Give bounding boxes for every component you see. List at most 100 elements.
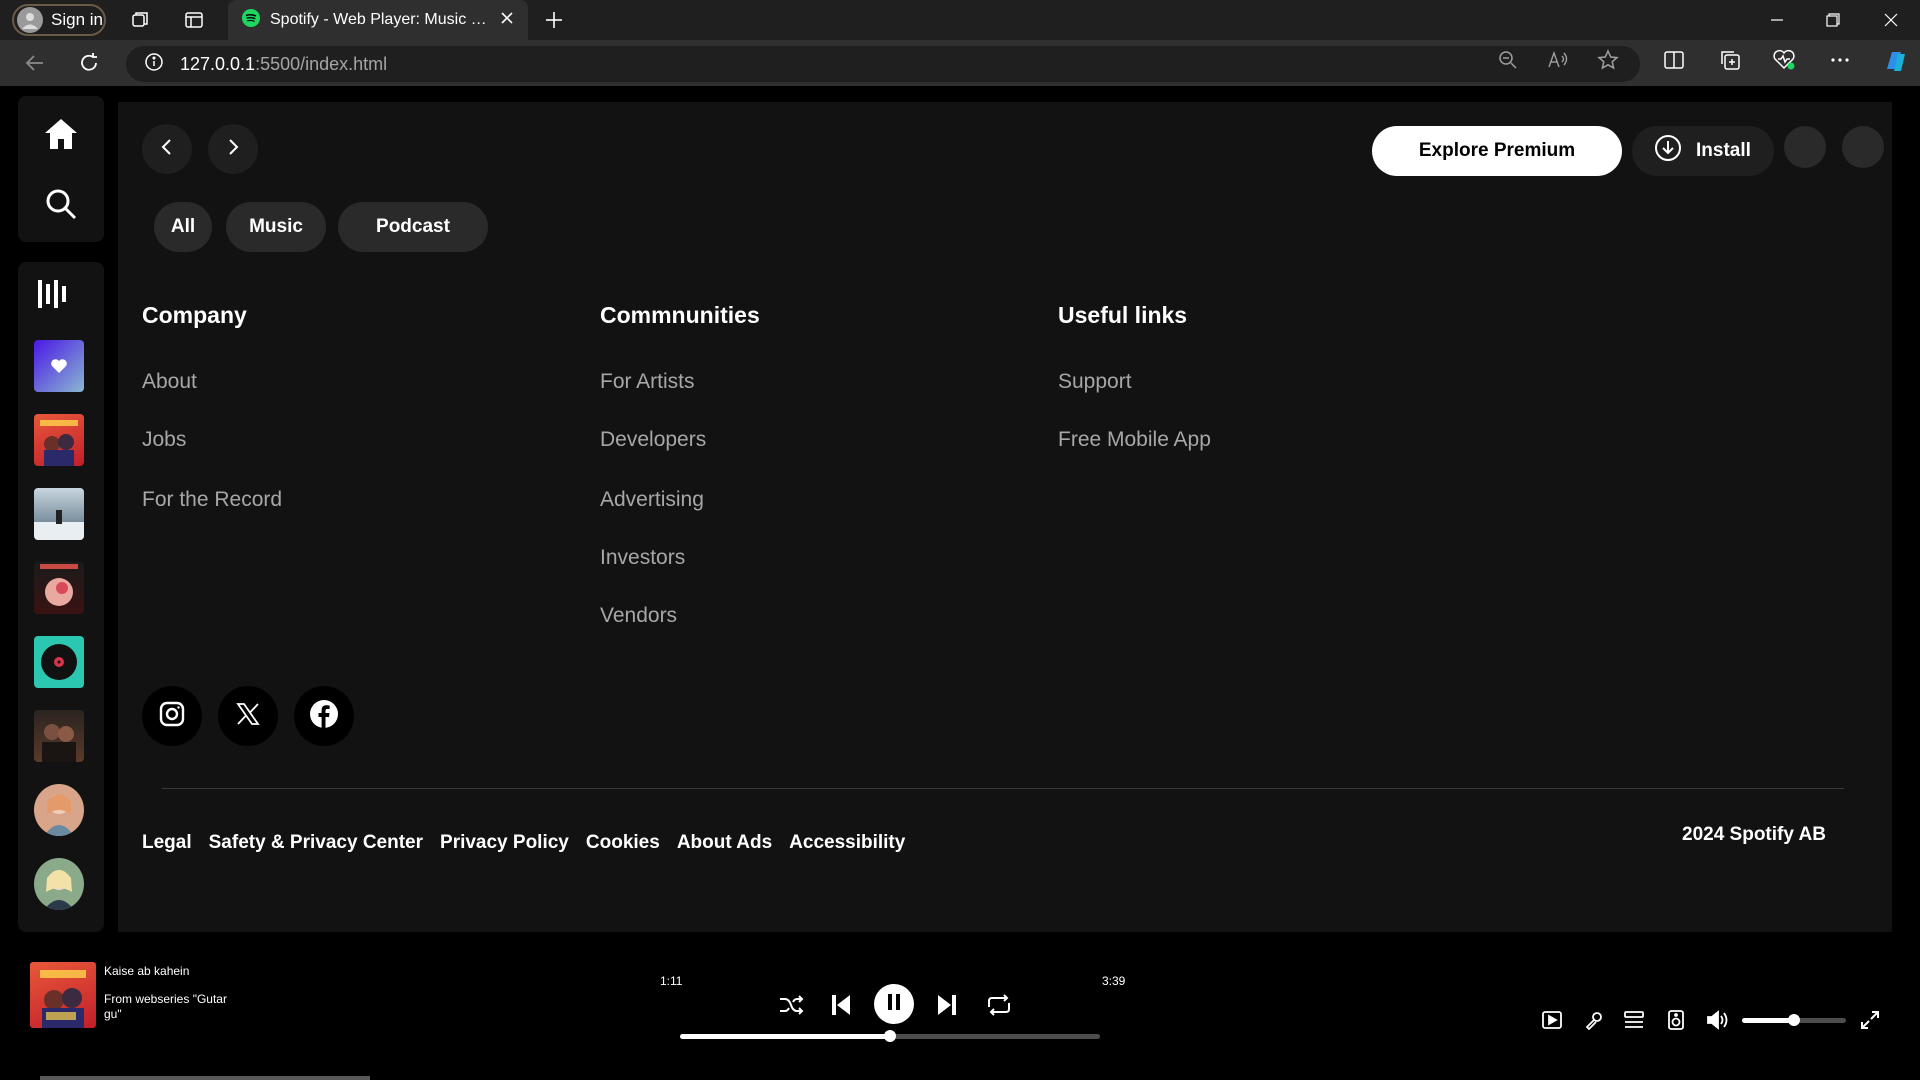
track-title[interactable]: Kaise ab kahein — [104, 964, 189, 978]
instagram-icon — [158, 700, 186, 733]
time-elapsed: 1:11 — [660, 974, 683, 988]
now-playing-view-icon[interactable] — [1538, 1006, 1566, 1034]
legal-link-accessibility[interactable]: Accessibility — [789, 832, 905, 854]
chevron-right-icon — [225, 138, 241, 161]
explore-premium-button[interactable]: Explore Premium — [1372, 126, 1622, 176]
progress-fill — [680, 1034, 890, 1039]
library-item-gutar-gu[interactable] — [34, 414, 84, 466]
time-total: 3:39 — [1102, 974, 1126, 988]
library-icon[interactable] — [32, 274, 72, 314]
footer-link-for-the-record[interactable]: For the Record — [142, 488, 282, 512]
footer-link-vendors[interactable]: Vendors — [600, 604, 677, 628]
notifications-button[interactable] — [1784, 126, 1826, 168]
footer-link-investors[interactable]: Investors — [600, 546, 685, 570]
track-subtitle[interactable]: From webseries "Gutar gu" — [104, 992, 244, 1022]
browser-tab-spotify[interactable]: Spotify - Web Player: Music for everyone — [228, 0, 528, 40]
previous-track-icon[interactable] — [826, 990, 856, 1020]
zoom-out-icon[interactable] — [1496, 48, 1520, 72]
favorite-star-icon[interactable] — [1596, 48, 1620, 72]
forward-button[interactable] — [208, 124, 258, 174]
volume-slider[interactable] — [1742, 1014, 1846, 1026]
install-label: Install — [1696, 140, 1751, 161]
browser-back-icon[interactable] — [22, 50, 48, 76]
play-pause-button[interactable] — [874, 984, 914, 1024]
page-viewport: Explore Premium Install All Music Podcas… — [4, 86, 1910, 1076]
split-screen-icon[interactable] — [1662, 48, 1686, 72]
main-content: Explore Premium Install All Music Podcas… — [118, 102, 1892, 932]
browser-essentials-icon[interactable] — [1772, 48, 1796, 72]
microphone-icon[interactable] — [1580, 1006, 1608, 1034]
now-playing-cover[interactable] — [30, 962, 96, 1028]
instagram-button[interactable] — [142, 686, 202, 746]
site-info-icon[interactable] — [144, 52, 164, 77]
library-item-artist-1[interactable] — [34, 784, 84, 836]
footer-link-jobs[interactable]: Jobs — [142, 428, 186, 452]
progress-bar[interactable] — [680, 1030, 1100, 1042]
tab-title: Spotify - Web Player: Music for everyone — [270, 11, 490, 28]
search-icon[interactable] — [40, 184, 82, 224]
footer-link-free-mobile-app[interactable]: Free Mobile App — [1058, 428, 1211, 452]
progress-handle[interactable] — [884, 1030, 896, 1042]
queue-icon[interactable] — [1620, 1006, 1648, 1034]
connect-device-icon[interactable] — [1662, 1006, 1690, 1034]
footer-col-title-useful-links: Useful links — [1058, 302, 1188, 328]
more-menu-icon[interactable] — [1828, 48, 1852, 72]
volume-fill — [1742, 1018, 1794, 1023]
minimize-icon[interactable] — [1762, 6, 1792, 34]
volume-icon[interactable] — [1704, 1006, 1732, 1034]
home-icon[interactable] — [40, 114, 82, 154]
footer-link-advertising[interactable]: Advertising — [600, 488, 704, 512]
chevron-left-icon — [159, 138, 175, 161]
sidebar-nav — [18, 96, 104, 242]
fullscreen-icon[interactable] — [1856, 1006, 1884, 1034]
url-field[interactable]: 127.0.0.1:5500/index.html — [126, 46, 1640, 82]
close-window-icon[interactable] — [1876, 6, 1906, 34]
next-track-icon[interactable] — [932, 990, 962, 1020]
restore-icon[interactable] — [1818, 6, 1848, 34]
legal-link-legal[interactable]: Legal — [142, 832, 192, 854]
install-button[interactable]: Install — [1632, 126, 1774, 176]
legal-link-cookies[interactable]: Cookies — [586, 832, 660, 854]
legal-link-about-ads[interactable]: About Ads — [677, 832, 772, 854]
copilot-icon[interactable] — [1880, 46, 1910, 76]
profile-button[interactable]: Sign in — [12, 4, 106, 36]
pause-icon — [886, 993, 902, 1016]
library-item-vinyl[interactable] — [34, 636, 84, 688]
collections-icon[interactable] — [1718, 48, 1742, 72]
shuffle-icon[interactable] — [776, 990, 806, 1020]
facebook-button[interactable] — [294, 686, 354, 746]
chip-all[interactable]: All — [154, 202, 212, 252]
repeat-icon[interactable] — [982, 990, 1016, 1020]
tab-actions-icon[interactable] — [182, 8, 206, 32]
read-aloud-icon[interactable] — [1546, 48, 1570, 72]
profile-avatar-icon — [17, 7, 43, 33]
workspaces-icon[interactable] — [128, 8, 152, 32]
back-button[interactable] — [142, 124, 192, 174]
heart-icon — [34, 340, 84, 392]
new-tab-icon[interactable] — [542, 8, 566, 32]
liked-songs-item[interactable] — [34, 340, 84, 392]
footer-link-developers[interactable]: Developers — [600, 428, 706, 452]
reload-icon[interactable] — [76, 50, 102, 76]
url-host: 127.0.0.1 — [180, 53, 256, 74]
library-item-interstellar[interactable] — [34, 488, 84, 540]
library-item-artist-2[interactable] — [34, 858, 84, 910]
volume-handle[interactable] — [1788, 1014, 1800, 1026]
library-item-couple[interactable] — [34, 710, 84, 762]
footer-link-about[interactable]: About — [142, 370, 197, 394]
close-tab-icon[interactable] — [500, 11, 514, 30]
x-button[interactable] — [218, 686, 278, 746]
legal-link-safety-privacy[interactable]: Safety & Privacy Center — [209, 832, 423, 854]
library-item-lady-gaga[interactable] — [34, 562, 84, 614]
profile-label: Sign in — [51, 10, 103, 29]
horizontal-scrollbar[interactable] — [40, 1076, 370, 1080]
chip-podcast[interactable]: Podcast — [338, 202, 488, 252]
facebook-icon — [309, 699, 339, 734]
footer-divider — [162, 788, 1844, 789]
footer-link-for-artists[interactable]: For Artists — [600, 370, 695, 394]
footer-link-support[interactable]: Support — [1058, 370, 1132, 394]
user-avatar-button[interactable] — [1842, 126, 1884, 168]
legal-link-privacy-policy[interactable]: Privacy Policy — [440, 832, 569, 854]
chip-music[interactable]: Music — [226, 202, 326, 252]
url-path: :5500/index.html — [255, 53, 388, 74]
